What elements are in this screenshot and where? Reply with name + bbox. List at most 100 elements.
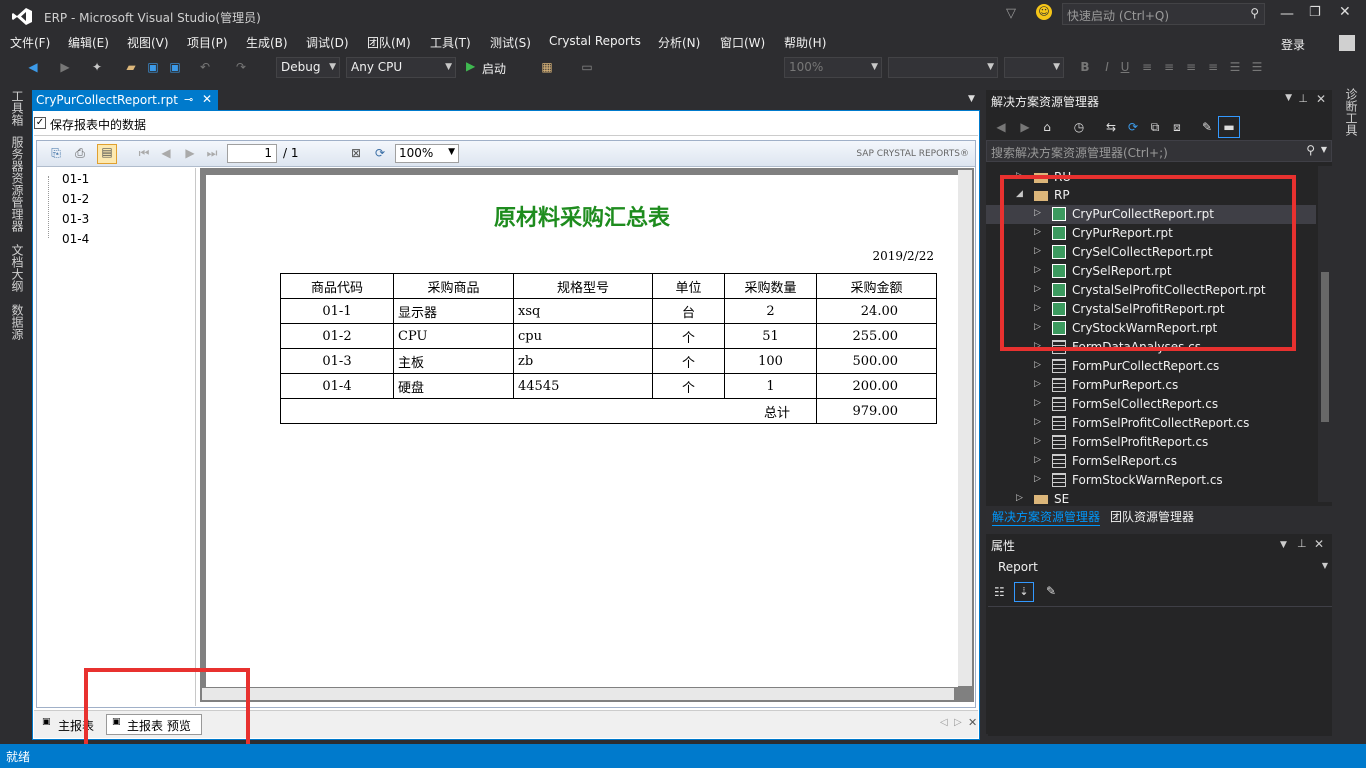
solution-search-input[interactable]: 搜索解决方案资源管理器(Ctrl+;) ⚲ ▼ (986, 140, 1332, 162)
tab-close-icon[interactable]: ✕ (968, 716, 977, 729)
justify-icon[interactable]: ≡ (1206, 60, 1220, 74)
report-vertical-scrollbar[interactable] (958, 170, 972, 686)
properties-menu-icon[interactable]: ▼ (1280, 540, 1287, 550)
align-center-icon[interactable]: ≡ (1162, 60, 1176, 74)
sync-icon[interactable]: ⇆ (1104, 120, 1118, 134)
properties-object-select[interactable]: Report ▼ (992, 558, 1332, 578)
menu-file[interactable]: 文件(F) (10, 34, 50, 51)
expand-arrow-icon[interactable]: ▷ (1034, 455, 1041, 465)
properties-close-icon[interactable]: ✕ (1314, 537, 1324, 551)
expand-arrow-icon[interactable]: ▷ (1034, 436, 1041, 446)
tab-toolbox[interactable]: 工具箱 (9, 90, 26, 126)
refresh-icon[interactable]: ⟳ (373, 146, 387, 160)
filter-icon[interactable]: ▽ (1006, 6, 1016, 21)
solution-tree-item[interactable]: ▷ FormPurReport.cs (986, 376, 1316, 395)
expand-arrow-icon[interactable]: ▷ (1016, 493, 1023, 503)
last-page-icon[interactable]: ⏭ (205, 146, 219, 160)
back-icon[interactable]: ◀ (26, 60, 40, 74)
property-pages-icon[interactable]: ✎ (1046, 584, 1056, 598)
tab-data-sources[interactable]: 数据源 (9, 304, 26, 340)
solution-tree-item[interactable]: ▷ FormSelProfitCollectReport.cs (986, 414, 1316, 433)
feedback-smiley-icon[interactable]: ☺ (1036, 4, 1052, 20)
save-icon[interactable]: ▣ (146, 60, 160, 74)
solution-tree-item[interactable]: ▷ FormSelProfitReport.cs (986, 433, 1316, 452)
save-all-icon[interactable]: ▣ (168, 60, 182, 74)
tree-item[interactable]: 01-2 (62, 192, 89, 206)
next-page-icon[interactable]: ▶ (183, 146, 197, 160)
start-button[interactable]: 启动 (482, 60, 506, 77)
se-back-icon[interactable]: ◀ (994, 120, 1008, 134)
menu-edit[interactable]: 编辑(E) (68, 34, 109, 51)
menu-crystal-reports[interactable]: Crystal Reports (549, 34, 641, 48)
se-forward-icon[interactable]: ▶ (1018, 120, 1032, 134)
tab-scroll-left-icon[interactable]: ◁ (940, 717, 948, 728)
align-right-icon[interactable]: ≡ (1184, 60, 1198, 74)
export-icon[interactable]: ⎘ (49, 146, 63, 160)
refresh-icon[interactable]: ⟳ (1126, 120, 1140, 134)
scrollbar-thumb[interactable] (1321, 272, 1329, 422)
first-page-icon[interactable]: ⏮ (137, 146, 151, 160)
menu-help[interactable]: 帮助(H) (784, 34, 826, 51)
history-icon[interactable]: ◷ (1072, 120, 1086, 134)
solution-tree-item[interactable]: ▷ SE (986, 490, 1316, 504)
search-options-icon[interactable]: ▼ (1321, 145, 1327, 154)
tab-server-explorer[interactable]: 服务器资源管理器 (9, 136, 26, 232)
save-data-checkbox[interactable]: ✓ (34, 117, 46, 129)
login-link[interactable]: 登录 (1281, 36, 1305, 53)
layout-icon[interactable]: ▭ (580, 60, 594, 74)
undo-icon[interactable]: ↶ (198, 60, 212, 74)
show-all-files-icon[interactable]: ⧈ (1170, 120, 1184, 134)
tab-scroll-right-icon[interactable]: ▷ (954, 717, 962, 728)
font-name-select[interactable]: ▼ (888, 57, 998, 78)
quick-launch-input[interactable]: 快速启动 (Ctrl+Q) ⚲ (1062, 3, 1265, 25)
expand-arrow-icon[interactable]: ▷ (1034, 379, 1041, 389)
print-icon[interactable]: ⎙ (73, 146, 87, 160)
menu-debug[interactable]: 调试(D) (306, 34, 349, 51)
find-icon[interactable]: ⊠ (349, 146, 363, 160)
minimize-button[interactable]: — (1280, 6, 1294, 22)
page-number-input[interactable]: 1 (227, 144, 277, 163)
tab-document-outline[interactable]: 文档大纲 (9, 244, 26, 292)
panel-pin-icon[interactable]: ⊥ (1298, 92, 1308, 105)
tab-dropdown-icon[interactable]: ▼ (968, 94, 975, 104)
solution-tree-item[interactable]: ▷ FormSelCollectReport.cs (986, 395, 1316, 414)
underline-icon[interactable]: U (1118, 60, 1132, 74)
close-window-button[interactable]: ✕ (1339, 4, 1351, 20)
align-left-icon[interactable]: ≡ (1140, 60, 1154, 74)
configuration-select[interactable]: Debug ▼ (276, 57, 340, 78)
close-tab-icon[interactable]: ✕ (202, 92, 212, 106)
toolbar-zoom-select[interactable]: 100% ▼ (784, 57, 882, 78)
list-icon[interactable]: ☰ (1228, 60, 1242, 74)
menu-tools[interactable]: 工具(T) (430, 34, 471, 51)
list2-icon[interactable]: ☰ (1250, 60, 1264, 74)
platform-select[interactable]: Any CPU ▼ (346, 57, 456, 78)
restore-button[interactable]: ❐ (1309, 5, 1321, 20)
menu-project[interactable]: 项目(P) (187, 34, 228, 51)
redo-icon[interactable]: ↷ (234, 60, 248, 74)
alphabetical-icon[interactable]: ⇣ (1014, 582, 1034, 602)
bold-icon[interactable]: B (1078, 60, 1092, 74)
forward-icon[interactable]: ▶ (58, 60, 72, 74)
toggle-group-tree-icon[interactable]: ▤ (97, 144, 117, 164)
crystal-toolbar-icon[interactable]: ▦ (540, 60, 554, 74)
tree-item[interactable]: 01-3 (62, 212, 89, 226)
italic-icon[interactable]: I (1100, 60, 1114, 74)
expand-arrow-icon[interactable]: ▷ (1034, 360, 1041, 370)
menu-team[interactable]: 团队(M) (367, 34, 411, 51)
solution-tree-item[interactable]: ▷ FormSelReport.cs (986, 452, 1316, 471)
expand-arrow-icon[interactable]: ▷ (1034, 398, 1041, 408)
menu-analyze[interactable]: 分析(N) (658, 34, 700, 51)
new-project-icon[interactable]: ✦ (90, 60, 104, 74)
tab-solution-explorer[interactable]: 解决方案资源管理器 (992, 508, 1101, 526)
home-icon[interactable]: ⌂ (1040, 120, 1054, 134)
menu-build[interactable]: 生成(B) (246, 34, 288, 51)
pin-icon[interactable]: ⊸ (184, 93, 193, 106)
preview-selected-icon[interactable]: ▬ (1218, 116, 1240, 138)
expand-arrow-icon[interactable]: ▷ (1034, 474, 1041, 484)
tab-diagnostic-tools[interactable]: 诊断工具 (1343, 88, 1360, 136)
panel-close-icon[interactable]: ✕ (1316, 92, 1326, 106)
collapse-all-icon[interactable]: ⧉ (1148, 120, 1162, 134)
viewer-zoom-select[interactable]: 100% ▼ (395, 144, 459, 163)
categorized-icon[interactable]: ☷ (994, 585, 1005, 599)
document-tab[interactable]: CryPurCollectReport.rpt ⊸ ✕ (32, 90, 218, 110)
